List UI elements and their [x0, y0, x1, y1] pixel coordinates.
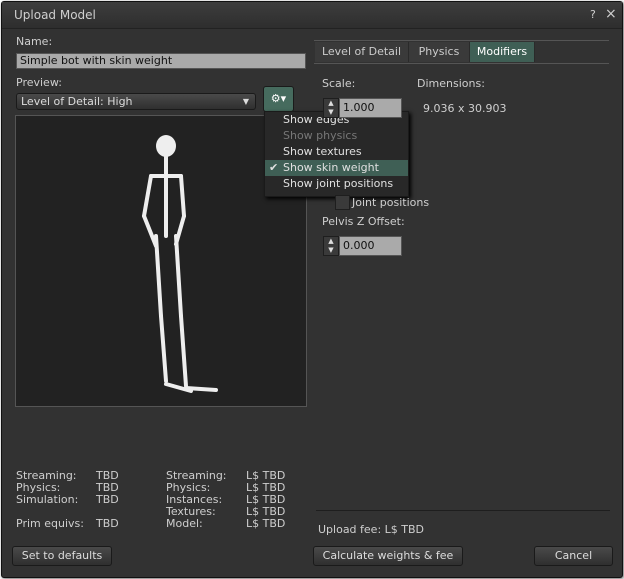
pelvis-offset-input[interactable]: 0.000	[339, 236, 402, 256]
joint-positions-label: Joint positions	[352, 196, 430, 209]
title-bar[interactable]: Upload Model ? ×	[2, 2, 622, 29]
scale-spinner[interactable]: ▲ ▼	[323, 98, 339, 118]
tab-level-of-detail[interactable]: Level of Detail	[315, 42, 409, 62]
scale-input[interactable]: 1.000	[339, 98, 402, 118]
gear-dropdown-menu: Show edges Show physics Show textures ✔ S…	[264, 111, 409, 197]
lod-select[interactable]: Level of Detail: High ▼	[16, 93, 256, 110]
close-icon[interactable]: ×	[605, 6, 617, 22]
checkmark-icon: ✔	[269, 161, 279, 174]
tab-divider-top	[314, 40, 609, 41]
preview-label: Preview:	[16, 76, 62, 89]
gear-icon: ⚙▾	[270, 92, 287, 105]
dimensions-label: Dimensions:	[417, 77, 485, 90]
window-title: Upload Model	[14, 8, 96, 22]
divider	[316, 510, 610, 511]
help-icon[interactable]: ?	[590, 8, 596, 21]
name-label: Name:	[16, 35, 53, 48]
upload-fee: Upload fee: L$ TBD	[318, 523, 425, 536]
stat-label: Prim equivs:	[16, 517, 84, 530]
tab-physics[interactable]: Physics	[409, 42, 470, 62]
name-input[interactable]: Simple bot with skin weight	[16, 53, 306, 69]
gear-menu-button[interactable]: ⚙▾	[263, 86, 294, 112]
menu-item-show-textures[interactable]: Show textures	[265, 144, 408, 160]
menu-item-show-joint-positions[interactable]: Show joint positions	[265, 176, 408, 192]
lod-select-value: Level of Detail: High	[21, 95, 133, 108]
fee-label: Model:	[166, 517, 203, 530]
fee-value: L$ TBD	[246, 517, 286, 530]
pelvis-offset-label: Pelvis Z Offset:	[322, 215, 405, 228]
cancel-button[interactable]: Cancel	[534, 546, 613, 566]
menu-item-label: Show skin weight	[283, 161, 379, 174]
pelvis-offset-spinner[interactable]: ▲ ▼	[323, 236, 339, 256]
stat-value: TBD	[96, 517, 119, 530]
stat-label: Simulation:	[16, 493, 79, 506]
menu-item-show-physics: Show physics	[265, 128, 408, 144]
upload-model-window: Upload Model ? × Name: Simple bot with s…	[1, 1, 623, 578]
skeleton-model	[142, 135, 218, 393]
dimensions-value: 9.036 x 30.903	[423, 102, 507, 115]
menu-item-label: Show joint positions	[283, 177, 394, 190]
joint-positions-checkbox[interactable]	[335, 195, 350, 210]
tab-divider	[314, 63, 609, 64]
menu-item-label: Show physics	[283, 129, 358, 142]
stat-value: TBD	[96, 493, 119, 506]
calculate-weights-button[interactable]: Calculate weights & fee	[313, 546, 463, 566]
set-to-defaults-button[interactable]: Set to defaults	[12, 546, 112, 566]
scale-label: Scale:	[322, 77, 356, 90]
chevron-down-icon: ▼	[242, 97, 249, 106]
menu-item-label: Show textures	[283, 145, 362, 158]
menu-item-show-skin-weight[interactable]: ✔ Show skin weight	[265, 160, 408, 176]
tab-modifiers[interactable]: Modifiers	[470, 42, 535, 62]
